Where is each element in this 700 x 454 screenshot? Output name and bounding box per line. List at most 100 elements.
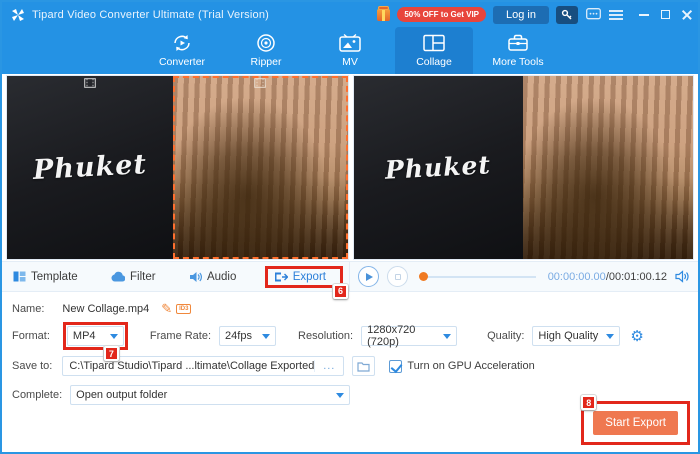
- gpu-label: Turn on GPU Acceleration: [407, 360, 535, 372]
- gift-icon[interactable]: [377, 5, 391, 21]
- current-time: 00:00:00.00: [547, 270, 606, 283]
- start-export-button[interactable]: Start Export: [593, 411, 678, 435]
- tab-mv-label: MV: [342, 56, 358, 68]
- tab-collage-label: Collage: [416, 56, 452, 68]
- tab-converter-label: Converter: [158, 56, 206, 68]
- collage-icon: [423, 34, 445, 52]
- saveto-path: C:\Tipard Studio\Tipard ...ltimate\Colla…: [69, 360, 315, 372]
- template-icon: [13, 271, 26, 282]
- tab-ripper[interactable]: Ripper: [227, 27, 305, 74]
- resolution-label: Resolution:: [298, 330, 354, 342]
- app-window: Tipard Video Converter Ultimate (Trial V…: [0, 0, 700, 454]
- feedback-icon[interactable]: [585, 7, 601, 23]
- preview-cell-title: Phuket: [353, 76, 523, 259]
- export-settings: Name: New Collage.mp4 ✎ ID3 Format: MP4 …: [2, 292, 698, 452]
- quality-value: High Quality: [538, 330, 599, 342]
- editor-toolbar: Template Filter Audio Export 6 00:00:00.…: [2, 261, 698, 299]
- player-controls: 00:00:00.00/00:01:00.12: [350, 262, 698, 291]
- folder-icon: [357, 361, 370, 372]
- format-label: Format:: [12, 330, 50, 342]
- tab-more-tools[interactable]: More Tools: [479, 27, 557, 74]
- collage-preview-panel: Phuket: [352, 75, 694, 260]
- name-value: New Collage.mp4: [62, 303, 150, 315]
- tab-filter-label: Filter: [130, 270, 156, 283]
- format-select[interactable]: MP4: [66, 326, 124, 346]
- tab-template-label: Template: [31, 270, 78, 283]
- chevron-down-icon: [262, 333, 271, 339]
- collage-editor-panel[interactable]: Phuket: [6, 75, 349, 260]
- video-caption-text: Phuket: [384, 150, 492, 185]
- volume-icon[interactable]: [675, 270, 690, 283]
- chevron-down-icon: [109, 333, 118, 339]
- film-clip-icon: [254, 78, 266, 88]
- time-display: 00:00:00.00/00:01:00.12: [548, 271, 667, 283]
- preview-area: Phuket Phuket: [2, 74, 698, 261]
- tab-ripper-label: Ripper: [250, 56, 282, 68]
- preview-cell-video: [522, 76, 693, 259]
- complete-select[interactable]: Open output folder: [70, 385, 351, 405]
- start-export-callout-box: Start Export 8: [581, 395, 690, 445]
- login-button[interactable]: Log in: [493, 5, 549, 24]
- play-icon: [366, 272, 373, 281]
- main-nav: Converter Ripper MV Collage More Tools: [2, 27, 698, 74]
- tab-mv[interactable]: MV: [311, 27, 389, 74]
- id3-metadata-icon[interactable]: ID3: [176, 304, 192, 314]
- format-value: MP4: [72, 330, 96, 342]
- film-clip-icon: [84, 78, 96, 88]
- hamburger-glyph: [609, 9, 623, 20]
- collage-cell-video[interactable]: [172, 76, 348, 259]
- tipard-logo-icon: [12, 8, 24, 21]
- collage-cell-title[interactable]: Phuket: [7, 76, 173, 259]
- converter-icon: [174, 35, 190, 51]
- titlebar: Tipard Video Converter Ultimate (Trial V…: [2, 2, 698, 27]
- tab-collage[interactable]: Collage: [395, 27, 473, 74]
- more-tools-icon: [508, 34, 528, 51]
- checkbox-checked-icon[interactable]: [389, 359, 403, 373]
- tab-converter[interactable]: Converter: [143, 27, 221, 74]
- register-key-icon[interactable]: [556, 5, 578, 24]
- tab-more-tools-label: More Tools: [492, 56, 544, 68]
- tab-template[interactable]: Template: [8, 268, 83, 286]
- resolution-select[interactable]: 1280x720 (720p): [361, 324, 458, 348]
- play-button[interactable]: [358, 266, 379, 287]
- seek-knob[interactable]: [419, 272, 428, 281]
- audio-icon: [189, 271, 202, 282]
- format-callout-box: MP4 7: [62, 322, 128, 361]
- seek-slider[interactable]: [419, 272, 536, 281]
- complete-value: Open output folder: [76, 389, 168, 401]
- stop-icon: [394, 273, 401, 280]
- minimize-button[interactable]: [639, 13, 649, 16]
- tab-export[interactable]: Export 6: [264, 265, 348, 299]
- stop-button[interactable]: [387, 266, 408, 287]
- tab-audio[interactable]: Audio: [184, 268, 241, 286]
- resolution-value: 1280x720 (720p): [367, 324, 416, 348]
- gpu-acceleration-checkbox[interactable]: Turn on GPU Acceleration: [389, 359, 535, 373]
- chevron-down-icon: [336, 392, 345, 398]
- browse-button[interactable]: ...: [314, 360, 343, 372]
- tab-filter[interactable]: Filter: [106, 268, 161, 286]
- close-button[interactable]: [682, 10, 692, 20]
- framerate-select[interactable]: 24fps: [219, 326, 277, 346]
- gear-icon[interactable]: ⚙: [630, 327, 643, 345]
- framerate-value: 24fps: [225, 330, 252, 342]
- export-icon: [274, 272, 288, 281]
- total-time: 00:01:00.12: [608, 270, 667, 283]
- menu-icon[interactable]: [608, 7, 624, 23]
- maximize-button[interactable]: [661, 10, 670, 19]
- quality-select[interactable]: High Quality: [532, 326, 621, 346]
- open-folder-button[interactable]: [352, 356, 376, 376]
- quality-label: Quality:: [487, 330, 525, 342]
- saveto-label: Save to:: [12, 360, 53, 372]
- framerate-label: Frame Rate:: [149, 330, 212, 342]
- window-title: Tipard Video Converter Ultimate (Trial V…: [32, 8, 270, 21]
- name-label: Name:: [12, 303, 45, 315]
- mv-icon: [339, 34, 361, 52]
- tab-export-label: Export: [292, 270, 326, 283]
- chevron-down-icon: [443, 333, 452, 339]
- edit-name-icon[interactable]: ✎: [161, 301, 172, 317]
- ripper-icon: [257, 34, 275, 52]
- video-caption-text: Phuket: [32, 149, 148, 186]
- promo-badge[interactable]: 50% OFF to Get VIP: [397, 7, 487, 22]
- complete-label: Complete:: [12, 389, 63, 401]
- start-export-zone: Start Export 8: [581, 395, 690, 445]
